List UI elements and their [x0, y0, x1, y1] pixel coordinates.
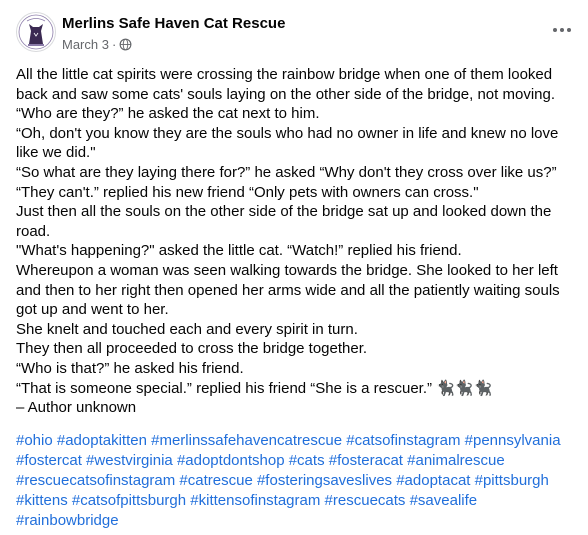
globe-icon[interactable] [119, 38, 132, 51]
post-text-line: "What's happening?" asked the little cat… [16, 242, 462, 260]
hashtag-link[interactable]: #pennsylvania [465, 432, 561, 449]
post-text-line: “So what are they laying there for?” he … [16, 163, 557, 181]
hashtag-link[interactable]: #kittensofinstagram [190, 492, 320, 509]
page-name[interactable]: Merlins Safe Haven Cat Rescue [62, 15, 285, 32]
hashtag-link[interactable]: #rescuecats [325, 492, 406, 509]
post-text-line: like we did." [16, 144, 96, 162]
hashtag-link[interactable]: #adoptacat [396, 472, 470, 489]
meta-separator: · [111, 37, 117, 52]
more-options-button[interactable] [550, 24, 574, 36]
hashtag-link[interactable]: #adoptakitten [57, 432, 147, 449]
dot-icon [560, 28, 564, 32]
post-text-line: They then all proceeded to cross the bri… [16, 340, 368, 358]
post-meta: March 3 · [62, 37, 132, 52]
hashtag-link[interactable]: #catrescue [179, 472, 252, 489]
hashtag-link[interactable]: #rescuecatsofinstagram [16, 472, 175, 489]
post-text-line: and then to her right then opened her ar… [16, 281, 560, 299]
post-text-line: “Who is that?” he asked his friend. [16, 359, 244, 377]
hashtag-link[interactable]: #fosteracat [329, 452, 403, 469]
hashtag-link[interactable]: #westvirginia [86, 452, 173, 469]
post-card: Merlins Safe Haven Cat Rescue March 3 · … [0, 0, 588, 535]
hashtag-link[interactable]: #ohio [16, 432, 53, 449]
hashtag-link[interactable]: #fosteringsaveslives [257, 472, 392, 489]
hashtag-link[interactable]: #rainbowbridge [16, 512, 119, 529]
hashtag-link[interactable]: #cats [289, 452, 325, 469]
post-text-line: “They can't.” replied his new friend “On… [16, 183, 479, 201]
hashtag-link[interactable]: #catsofpittsburgh [72, 492, 186, 509]
hashtag-link[interactable]: #kittens [16, 492, 68, 509]
post-text-line: Whereupon a woman was seen walking towar… [16, 261, 558, 279]
hashtag-list: #ohio #adoptakitten #merlinssafehavencat… [16, 431, 581, 531]
post-text-line: “Oh, don't you know they are the souls w… [16, 124, 559, 142]
post-text-line: – Author unknown [16, 399, 137, 417]
hashtag-link[interactable]: #savealife [410, 492, 478, 509]
hashtag-link[interactable]: #catsofinstagram [346, 432, 460, 449]
post-text: All the little cat spirits were crossing… [16, 65, 576, 418]
hashtag-link[interactable]: #adoptdontshop [177, 452, 285, 469]
post-text-line: She knelt and touched each and every spi… [16, 320, 358, 338]
dot-icon [567, 28, 571, 32]
hashtag-link[interactable]: #fostercat [16, 452, 82, 469]
post-text-line: “That is someone special.” replied his f… [16, 379, 493, 397]
hashtag-link[interactable]: #animalrescue [407, 452, 505, 469]
post-text-line: road. [16, 222, 51, 240]
post-date[interactable]: March 3 [62, 37, 109, 52]
post-text-line: got up and went to her. [16, 301, 169, 319]
post-text-line: All the little cat spirits were crossing… [16, 66, 553, 83]
cat-logo-icon [18, 14, 54, 50]
dot-icon [553, 28, 557, 32]
hashtag-link[interactable]: #merlinssafehavencatrescue [151, 432, 342, 449]
post-text-line: “Who are they?” he asked the cat next to… [16, 105, 320, 123]
post-text-line: back and saw some cats' souls laying on … [16, 85, 556, 103]
hashtag-link[interactable]: #pittsburgh [475, 472, 549, 489]
post-text-line: Just then all the souls on the other sid… [16, 203, 552, 221]
page-avatar[interactable] [16, 12, 56, 52]
